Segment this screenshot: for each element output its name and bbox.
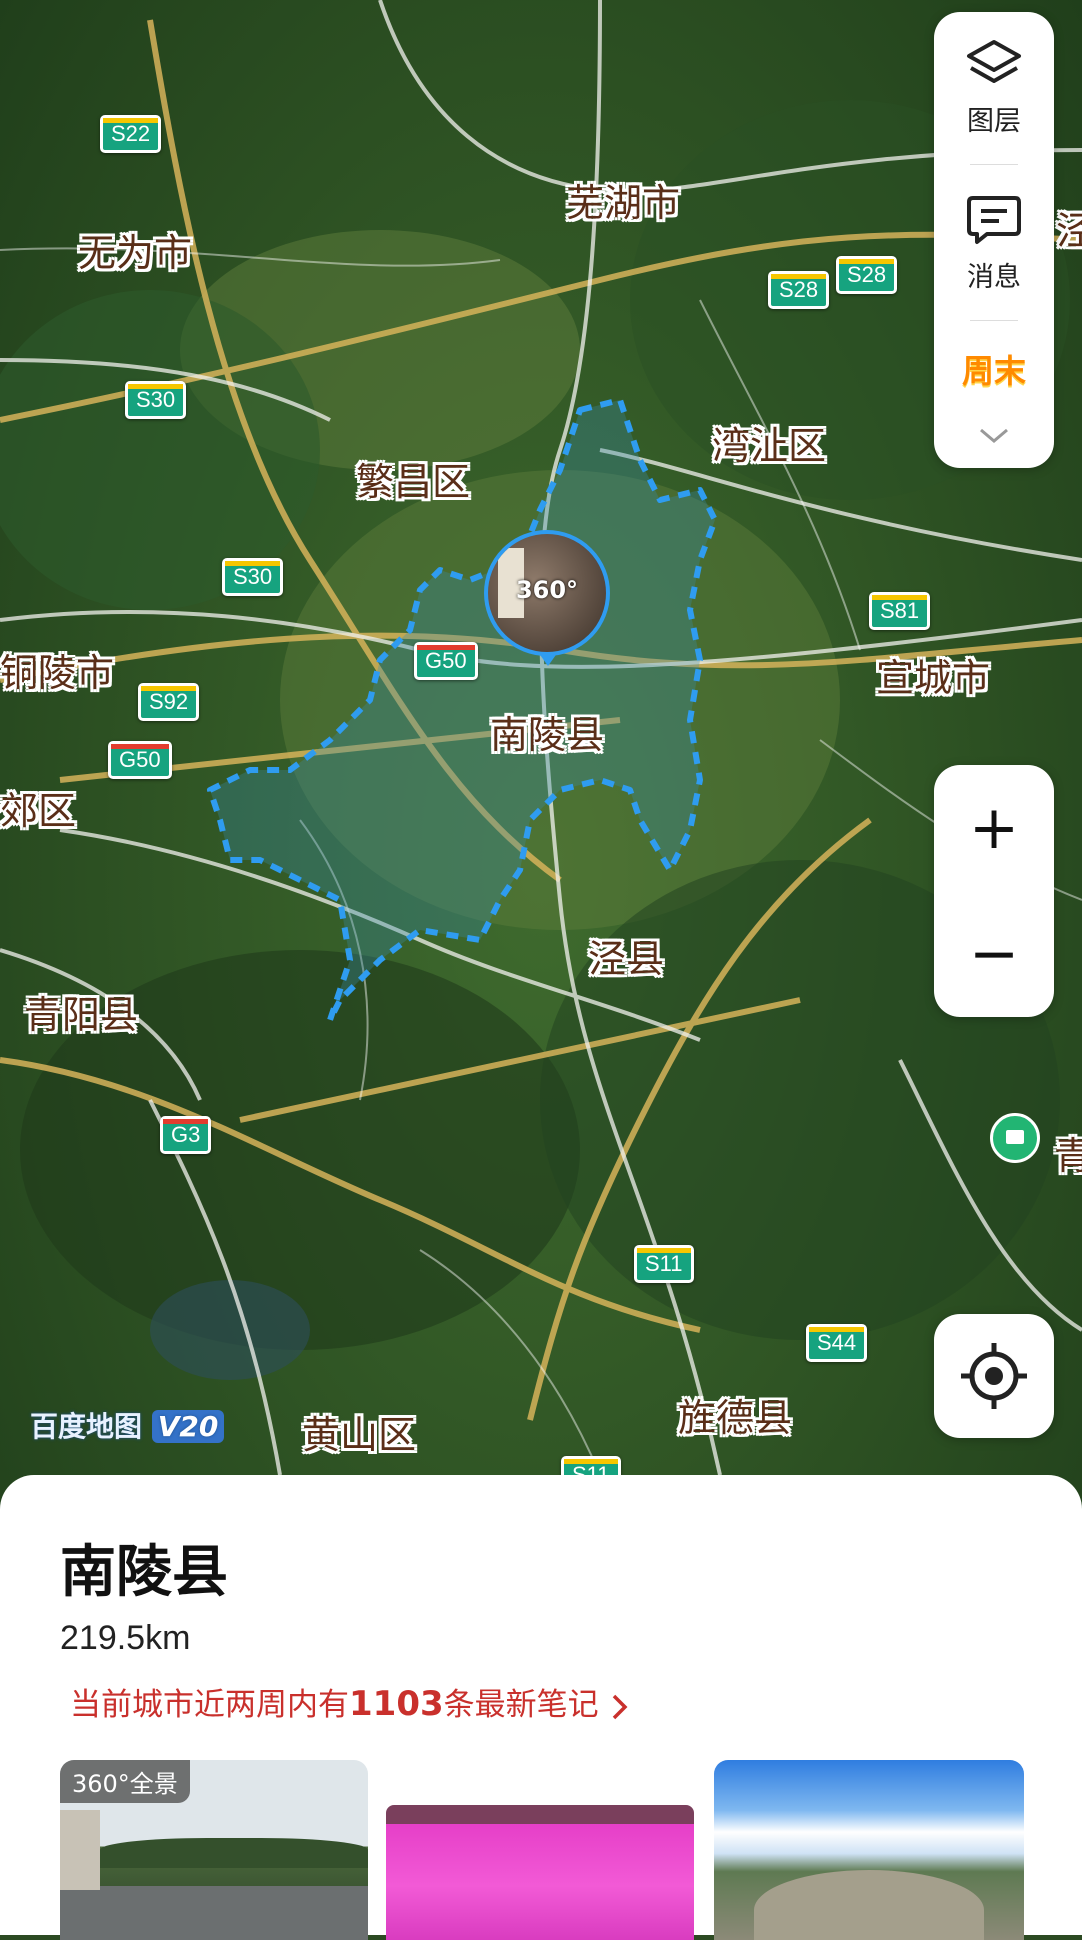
place-label-wuhu[interactable]: 芜湖市 <box>566 172 680 227</box>
road-shield-s30-second: S30 <box>222 558 284 596</box>
marker-pointer <box>538 652 558 666</box>
watermark-text: 百度地图 <box>30 1410 143 1443</box>
panorama-thumbnail: 360° <box>484 530 610 656</box>
photo-thumbnail-mountain[interactable] <box>714 1760 1024 1940</box>
notes-prefix: 当前城市近两周内有 <box>70 1687 349 1723</box>
photo-thumbnail-flowers[interactable] <box>386 1805 694 1940</box>
notes-link[interactable]: 当前城市近两周内有1103条最新笔记 <box>70 1679 631 1724</box>
toolbar-divider <box>970 164 1018 165</box>
toolbar-divider <box>970 320 1018 321</box>
place-distance: 219.5km <box>60 1619 191 1657</box>
place-label-jingxian[interactable]: 泾县 <box>588 928 664 983</box>
notes-suffix: 条最新笔记 <box>443 1687 599 1723</box>
zoom-in-button[interactable]: + <box>934 785 1054 871</box>
tree-line <box>100 1838 368 1868</box>
scenic-poi-icon[interactable] <box>990 1113 1040 1163</box>
road-shield-g50: G50 <box>414 642 478 680</box>
selected-location-label[interactable]: 南陵县 <box>490 704 604 759</box>
locate-button[interactable] <box>934 1314 1054 1438</box>
messages-button[interactable]: 消息 <box>934 192 1054 294</box>
watermark-version: V20 <box>151 1410 225 1443</box>
weekend-button[interactable]: 周末 <box>934 346 1054 392</box>
layers-icon <box>967 40 1021 83</box>
road-shield-s22: S22 <box>100 115 162 153</box>
layers-button[interactable]: 图层 <box>934 38 1054 138</box>
road-shield-s28-second: S28 <box>836 256 898 294</box>
message-icon <box>967 196 1021 244</box>
selected-location-marker[interactable]: 360° <box>484 530 618 682</box>
building-shape <box>60 1810 100 1890</box>
place-title: 南陵县 <box>60 1540 228 1605</box>
locate-icon <box>961 1343 1027 1409</box>
chevron-down-icon <box>980 428 1008 443</box>
place-label-wuwei[interactable]: 无为市 <box>78 222 192 277</box>
place-label-huangshanqu[interactable]: 黄山区 <box>302 1404 416 1459</box>
zoom-out-button[interactable]: − <box>934 911 1054 997</box>
map-toolbar: 图层 消息 周末 <box>934 12 1054 468</box>
road-shield-s30: S30 <box>125 381 187 419</box>
place-label-jiaoqu[interactable]: 郊区 <box>0 780 76 835</box>
panorama-360-badge: 360° <box>515 576 579 604</box>
place-label-jingdexian[interactable]: 旌德县 <box>678 1387 792 1442</box>
messages-label: 消息 <box>967 262 1021 293</box>
toolbar-expand-button[interactable] <box>934 422 1054 453</box>
place-label-wanzhi[interactable]: 湾沚区 <box>712 415 826 470</box>
zoom-controls: + − <box>934 765 1054 1017</box>
panorama-badge: 360°全景 <box>60 1760 190 1803</box>
place-label-xuancheng[interactable]: 宣城市 <box>876 647 990 702</box>
road-shield-s28: S28 <box>768 271 830 309</box>
place-label-edge-poi[interactable]: 青 <box>1054 1125 1082 1180</box>
photo-thumbnail-panorama[interactable]: 360°全景 <box>60 1760 368 1940</box>
road-shield-s81: S81 <box>869 592 931 630</box>
map-watermark: 百度地图 V20 <box>30 1405 225 1445</box>
notes-count: 1103 <box>349 1684 444 1724</box>
place-label-fanchang[interactable]: 繁昌区 <box>356 451 470 506</box>
place-label-tongling[interactable]: 铜陵市 <box>0 642 114 697</box>
road-shield-g3: G3 <box>160 1116 212 1154</box>
rock-outcrop <box>754 1870 984 1940</box>
road-shield-g50-second: G50 <box>108 741 172 779</box>
road-shield-s92: S92 <box>138 683 200 721</box>
layers-label: 图层 <box>967 106 1021 137</box>
place-detail-sheet[interactable]: 南陵县 219.5km 当前城市近两周内有1103条最新笔记 360°全景 <box>0 1475 1082 1940</box>
chevron-right-icon <box>612 1694 627 1719</box>
place-label-qingyang[interactable]: 青阳县 <box>24 984 138 1039</box>
road-shield-s44: S44 <box>806 1324 868 1362</box>
place-label-edge-top[interactable]: 泾 <box>1056 200 1082 255</box>
road-shield-s11: S11 <box>634 1245 694 1283</box>
